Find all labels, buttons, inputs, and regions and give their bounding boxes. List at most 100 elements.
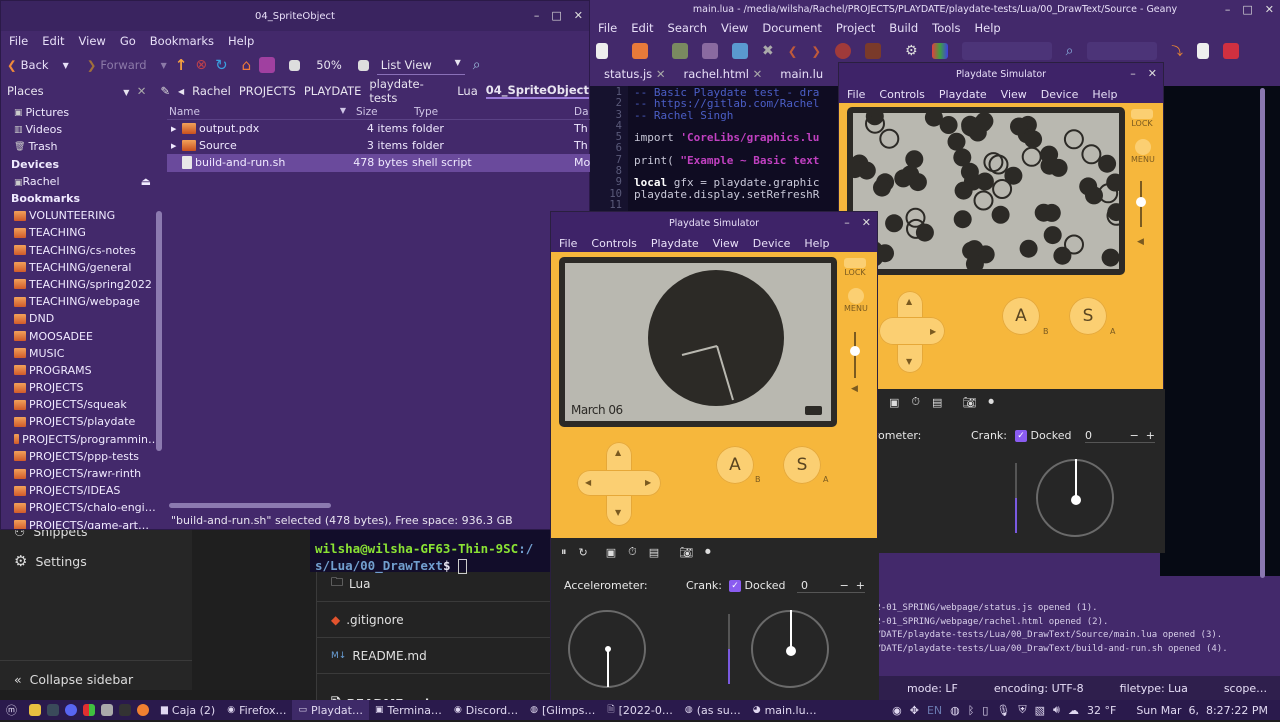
path-crumb[interactable]: Rachel: [192, 84, 231, 98]
dpad-down-icon[interactable]: ▼: [615, 508, 621, 517]
menu-file[interactable]: File: [559, 237, 577, 250]
back-button[interactable]: ❮ Back ▼: [7, 58, 69, 72]
lock-button[interactable]: LOCK: [844, 258, 866, 277]
save-all-icon[interactable]: [702, 43, 718, 59]
column-name[interactable]: Name ▼: [167, 106, 352, 118]
device-item[interactable]: ▣Rachel ⏏: [1, 173, 159, 190]
computer-icon[interactable]: [259, 57, 276, 73]
console-icon[interactable]: ▣: [606, 546, 616, 559]
taskbar-item[interactable]: ▣ Termina…: [369, 700, 448, 720]
bookmark-item[interactable]: DND: [1, 310, 159, 327]
decrement-button[interactable]: −: [840, 579, 849, 592]
start-menu-icon[interactable]: ⓜ: [0, 700, 23, 720]
home-icon[interactable]: ⌂: [242, 56, 252, 74]
decrement-button[interactable]: −: [1130, 429, 1139, 442]
button-b[interactable]: A: [716, 446, 754, 484]
places-scrollbar[interactable]: [156, 211, 162, 451]
path-crumb[interactable]: playdate-tests: [369, 77, 449, 105]
docked-checkbox[interactable]: ✓ Docked: [1015, 429, 1071, 442]
dropbox-icon[interactable]: ✥: [910, 704, 919, 717]
bookmark-item[interactable]: PROJECTS/programmin…: [1, 431, 159, 448]
path-scroll-left-icon[interactable]: ◀: [178, 87, 184, 96]
sidebar-item-settings[interactable]: ⚙ Settings: [14, 552, 87, 570]
weather-icon[interactable]: ☁: [1068, 704, 1079, 717]
goto-line-field[interactable]: [1087, 42, 1158, 60]
shield-icon[interactable]: ⛨: [1018, 703, 1026, 717]
discord-tray-icon[interactable]: ◉: [892, 704, 902, 717]
menu-help[interactable]: Help: [975, 21, 1001, 35]
path-crumb[interactable]: Lua: [457, 84, 478, 98]
record-icon[interactable]: ⏺: [705, 545, 711, 559]
bookmark-item[interactable]: VOLUNTEERING: [1, 207, 159, 224]
temperature[interactable]: 32 °F: [1087, 704, 1116, 717]
menu-help[interactable]: Help: [804, 237, 829, 250]
stop-icon[interactable]: ⊗: [195, 57, 207, 73]
zoom-out-icon[interactable]: [289, 59, 301, 71]
menu-search[interactable]: Search: [668, 21, 708, 35]
bookmark-item[interactable]: TEACHING/spring2022: [1, 276, 159, 293]
new-doc-icon[interactable]: [1196, 43, 1209, 59]
editor-scrollbar[interactable]: [1260, 88, 1265, 578]
bookmark-item[interactable]: PROJECTS/chalo-engi…: [1, 499, 159, 516]
menu-file[interactable]: File: [9, 34, 28, 48]
menu-button[interactable]: MENU: [844, 288, 868, 313]
dropdown-icon[interactable]: ▼: [63, 61, 69, 70]
button-a[interactable]: S: [783, 446, 821, 484]
menu-playdate[interactable]: Playdate: [651, 237, 699, 250]
bookmark-item[interactable]: PROJECTS: [1, 379, 159, 396]
place-item[interactable]: 🗑︎ Trash: [1, 138, 159, 155]
close-file-icon[interactable]: ✖: [762, 43, 774, 59]
docked-checkbox[interactable]: ✓ Docked: [729, 579, 785, 592]
sim-titlebar[interactable]: Playdate Simulator – ✕: [839, 63, 1163, 85]
close-icon[interactable]: ✕: [862, 216, 871, 229]
taskbar-item[interactable]: ◉ Discord…: [448, 700, 524, 720]
open-file-icon[interactable]: [632, 43, 648, 59]
screenshot-icon[interactable]: 📷︎: [962, 396, 976, 409]
bookmark-item[interactable]: MOOSADEE: [1, 327, 159, 344]
compile-icon[interactable]: [835, 43, 852, 59]
menu-build[interactable]: Build: [889, 21, 918, 35]
menu-edit[interactable]: Edit: [42, 34, 64, 48]
accelerometer-dial[interactable]: [568, 610, 646, 688]
search-icon[interactable]: ⌕: [473, 57, 481, 73]
crank-angle-field[interactable]: 0− +: [1085, 429, 1155, 443]
pause-icon[interactable]: ⏸: [561, 545, 567, 559]
bookmark-item[interactable]: PROJECTS/game-art…: [1, 517, 159, 529]
path-crumb[interactable]: PLAYDATE: [304, 84, 362, 98]
menu-help[interactable]: Help: [1092, 88, 1117, 101]
sim-screen[interactable]: [845, 107, 1127, 275]
terminal-window[interactable]: wilsha@wilsha-GF63-Thin-9SC:/ s/Lua/00_D…: [310, 530, 550, 574]
dpad[interactable]: ▲ ▶ ▼: [879, 291, 945, 373]
places-selector[interactable]: Places ▼ ✕: [7, 84, 152, 98]
crank-angle-field[interactable]: 0− +: [797, 579, 865, 593]
column-size[interactable]: Size: [352, 106, 412, 118]
tab-main-lua[interactable]: main.lu: [780, 67, 823, 81]
path-crumb[interactable]: PROJECTS: [239, 84, 296, 98]
close-tab-icon[interactable]: ✕: [656, 67, 666, 81]
stopwatch-icon[interactable]: ⏱: [911, 395, 920, 409]
menu-button[interactable]: MENU: [1131, 139, 1155, 164]
place-item[interactable]: ▣ Pictures: [1, 104, 159, 121]
keyboard-layout[interactable]: EN: [927, 704, 942, 717]
bluetooth-icon[interactable]: ᛒ: [968, 704, 975, 717]
minimize-icon[interactable]: –: [534, 9, 540, 22]
device-icon[interactable]: ▤: [649, 546, 659, 559]
geany-titlebar[interactable]: main.lua - /media/wilsha/Rachel/PROJECTS…: [590, 0, 1280, 18]
maximize-icon[interactable]: □: [551, 9, 561, 22]
taskbar-item[interactable]: ▆ Caja (2): [155, 700, 221, 720]
nav-back-icon[interactable]: ❮: [788, 44, 798, 58]
dpad-down-icon[interactable]: ▼: [906, 357, 912, 366]
code-text[interactable]: -- Basic Playdate test - dra -- https://g…: [634, 86, 819, 211]
taskbar-item[interactable]: 🗎 [2022-0…: [601, 700, 679, 720]
crank-dial[interactable]: [751, 610, 829, 688]
bookmark-item[interactable]: PROJECTS/ppp-tests: [1, 448, 159, 465]
close-icon[interactable]: ✕: [1148, 67, 1157, 80]
dropdown-icon[interactable]: ▼: [161, 61, 167, 70]
maximize-icon[interactable]: □: [1242, 3, 1252, 16]
microphone-icon[interactable]: 🎙︎: [996, 704, 1010, 717]
dpad-left-icon[interactable]: ◀: [585, 478, 591, 487]
minimize-icon[interactable]: –: [1225, 3, 1231, 16]
minimize-icon[interactable]: –: [844, 216, 850, 229]
revert-icon[interactable]: [732, 43, 748, 59]
lock-button[interactable]: LOCK: [1131, 109, 1153, 128]
